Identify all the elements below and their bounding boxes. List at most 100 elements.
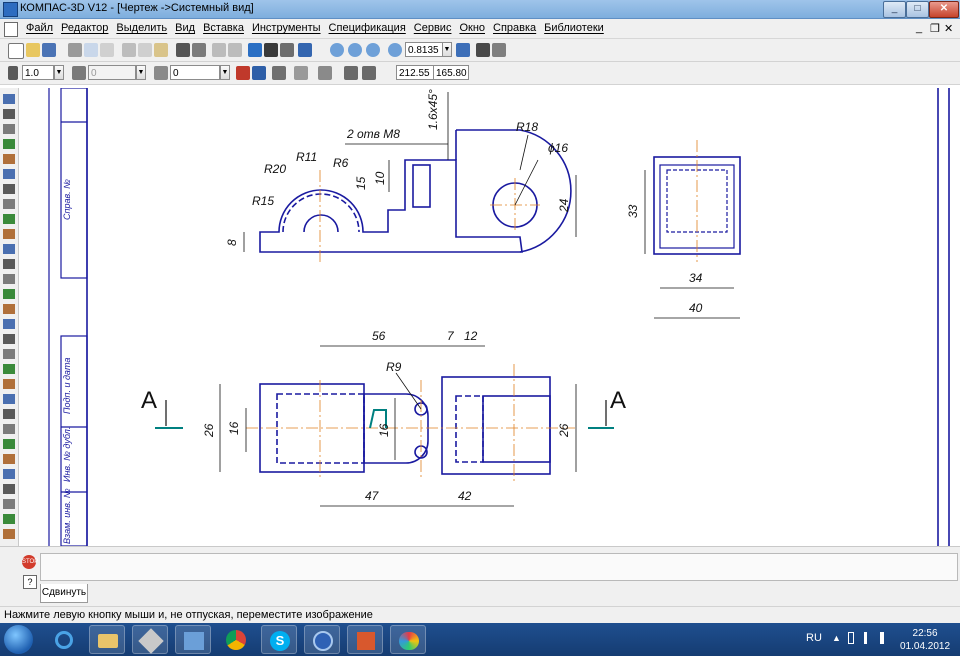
zoom-window-icon[interactable] (330, 43, 344, 57)
variables-icon[interactable] (192, 43, 206, 57)
menu-item[interactable]: Спецификация (325, 22, 410, 34)
mdi-close-button[interactable]: ✕ (944, 22, 953, 35)
kompas-app-icon[interactable] (3, 2, 18, 17)
circle-icon[interactable] (3, 289, 15, 299)
cursor-coords-icon[interactable] (362, 66, 376, 80)
menu-item[interactable]: Окно (455, 22, 489, 34)
select-icon[interactable] (3, 94, 15, 104)
break-icon[interactable] (3, 514, 15, 524)
polyline-icon[interactable] (3, 364, 15, 374)
chrome-icon[interactable] (218, 625, 254, 654)
pan-icon[interactable] (456, 43, 470, 57)
manager-icon[interactable] (248, 43, 262, 57)
clock[interactable]: 22:56 01.04.2012 (900, 627, 950, 653)
library-icon[interactable] (264, 43, 278, 57)
copy-icon[interactable] (138, 43, 152, 57)
menu-item[interactable]: Файл (22, 22, 57, 34)
minimize-button[interactable]: _ (883, 1, 906, 18)
spline-icon[interactable] (3, 334, 15, 344)
layer-field[interactable]: 0 (88, 65, 136, 80)
step-field[interactable]: 1.0 (22, 65, 54, 80)
macro-icon[interactable] (3, 529, 15, 539)
volume-icon[interactable] (880, 632, 890, 644)
point-icon[interactable] (3, 244, 15, 254)
mdi-restore-button[interactable]: ❐ (930, 22, 940, 35)
edit-icon[interactable] (3, 154, 15, 164)
battery-icon[interactable] (848, 632, 854, 644)
properties-icon[interactable] (100, 43, 114, 57)
chamfer-icon[interactable] (3, 409, 15, 419)
zoom-in-icon[interactable] (348, 43, 362, 57)
menu-item[interactable]: Библиотеки (540, 22, 608, 34)
round-icon[interactable] (344, 66, 358, 80)
help-pointer-icon[interactable] (298, 43, 312, 57)
trim-icon[interactable] (3, 499, 15, 509)
layer-icon[interactable] (72, 66, 86, 80)
save-icon[interactable] (42, 43, 56, 57)
menu-item[interactable]: Справка (489, 22, 540, 34)
line-icon[interactable] (3, 259, 15, 269)
maximize-button[interactable]: □ (906, 1, 929, 18)
fill-icon[interactable] (3, 469, 15, 479)
rect-icon[interactable] (3, 379, 15, 389)
zoom-scale-icon[interactable] (388, 43, 402, 57)
new-document-icon[interactable] (8, 43, 24, 59)
fillet-icon[interactable] (3, 424, 15, 434)
cut-icon[interactable] (122, 43, 136, 57)
ellipse-icon[interactable] (3, 319, 15, 329)
menu-item[interactable]: Инструменты (248, 22, 325, 34)
close-button[interactable]: ✕ (929, 1, 959, 18)
spec-icon[interactable] (3, 214, 15, 224)
start-button-icon[interactable] (4, 625, 33, 654)
geometry-icon[interactable] (3, 109, 15, 119)
ortho-icon[interactable] (272, 66, 286, 80)
print-preview-icon[interactable] (84, 43, 98, 57)
local-cs-icon[interactable] (318, 66, 332, 80)
zoom-out-icon[interactable] (366, 43, 380, 57)
menu-item[interactable]: Вставка (199, 22, 248, 34)
tab-shift[interactable]: Сдвинуть (40, 584, 88, 603)
curve-icon[interactable] (3, 484, 15, 494)
measure-icon[interactable] (3, 184, 15, 194)
zoom-field[interactable]: 0.8135 (405, 42, 443, 57)
explorer-folder-icon[interactable] (89, 625, 125, 654)
kompas-taskbar-icon[interactable] (304, 625, 340, 654)
internet-explorer-icon[interactable] (46, 625, 82, 654)
parametrization-icon[interactable] (3, 169, 15, 179)
selection-icon[interactable] (3, 199, 15, 209)
drawing-canvas[interactable]: 1.6x45° 2 отв М8 R20 R11 R6 R15 R18 ϕ16 … (19, 88, 960, 546)
contour-icon[interactable] (3, 439, 15, 449)
layer-dropdown[interactable]: ▼ (136, 65, 146, 80)
grid-icon[interactable] (294, 66, 308, 80)
arc-icon[interactable] (3, 304, 15, 314)
designations-icon[interactable] (3, 139, 15, 149)
style-field[interactable]: 0 (170, 65, 220, 80)
regenerate-icon[interactable] (476, 43, 490, 57)
graphics-app-icon[interactable] (175, 625, 211, 654)
document-icon[interactable] (4, 22, 18, 37)
help-icon[interactable]: ? (23, 575, 37, 589)
language-indicator[interactable]: RU (806, 632, 822, 644)
segment-icon[interactable] (3, 274, 15, 284)
coord-y-field[interactable]: 165.80 (433, 65, 469, 80)
open-folder-icon[interactable] (26, 43, 40, 57)
paint-icon[interactable] (390, 625, 426, 654)
local-snap-icon[interactable] (252, 66, 266, 80)
fx-icon[interactable] (280, 43, 294, 57)
menu-item[interactable]: Выделить (112, 22, 171, 34)
hatch-icon[interactable] (3, 349, 15, 359)
step-dropdown[interactable]: ▼ (54, 65, 64, 80)
menu-item[interactable]: Вид (171, 22, 199, 34)
print-icon[interactable] (68, 43, 82, 57)
show-all-icon[interactable] (492, 43, 506, 57)
paste-icon[interactable] (154, 43, 168, 57)
dimensions-icon[interactable] (3, 124, 15, 134)
coord-x-field[interactable]: 212.55 (396, 65, 434, 80)
show-hidden-icons-icon[interactable]: ▲ (832, 633, 841, 643)
polygon-icon[interactable] (3, 394, 15, 404)
stop-icon[interactable]: STOP (22, 555, 38, 569)
reports-icon[interactable] (3, 229, 15, 239)
skype-icon[interactable]: S (261, 625, 297, 654)
snap-icon[interactable] (236, 66, 250, 80)
style-dropdown[interactable]: ▼ (220, 65, 230, 80)
